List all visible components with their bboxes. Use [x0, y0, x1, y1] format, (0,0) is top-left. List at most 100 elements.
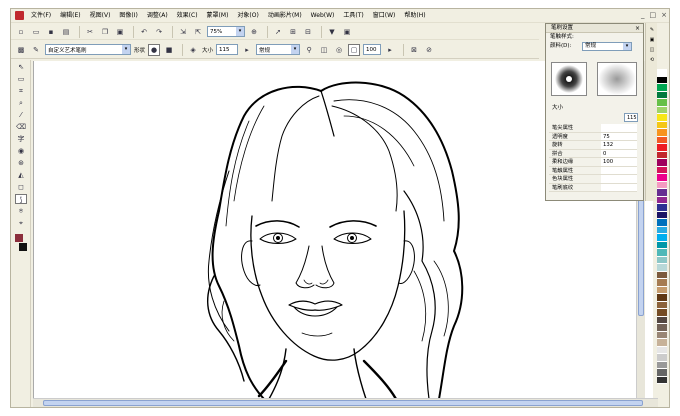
text-tool-icon[interactable]: 字	[15, 134, 27, 144]
docker-tab-brush[interactable]: ✎	[647, 27, 657, 33]
palette-swatch[interactable]	[657, 114, 667, 122]
property-value[interactable]: 132	[601, 141, 637, 149]
redeye-tool-icon[interactable]: ◉	[15, 146, 27, 156]
property-row[interactable]: 柔和边缘 100	[549, 158, 637, 167]
menu-edit[interactable]: 编辑(E)	[60, 9, 80, 23]
property-row[interactable]: 旋转 132	[549, 141, 637, 150]
opacity-icon[interactable]: ◫	[318, 44, 330, 56]
panel-close-icon[interactable]: ×	[635, 24, 640, 33]
color-mode-select[interactable]: 常规 ▾	[582, 42, 632, 51]
crop-tool-icon[interactable]: ⌗	[15, 86, 27, 96]
property-row[interactable]: 透明度 75	[549, 132, 637, 141]
effect-tool-icon[interactable]: ⍟	[15, 206, 27, 216]
paint-tool-icon[interactable]: ⟆	[15, 194, 27, 204]
cut-icon[interactable]: ✂	[84, 26, 96, 38]
zoom-tool-icon[interactable]: ⌕	[15, 98, 27, 108]
palette-swatch[interactable]	[657, 279, 667, 287]
palette-swatch[interactable]	[657, 286, 667, 294]
property-value[interactable]: 100	[601, 158, 637, 166]
docker-tab-history[interactable]: ⟲	[647, 57, 657, 63]
palette-swatch[interactable]	[657, 196, 667, 204]
palette-swatch[interactable]	[657, 234, 667, 242]
mask-tool-icon[interactable]: ▭	[15, 74, 27, 84]
palette-swatch[interactable]	[657, 204, 667, 212]
palette-swatch[interactable]	[657, 69, 667, 77]
palette-swatch[interactable]	[657, 331, 667, 339]
menu-file[interactable]: 文件(F)	[31, 9, 51, 23]
palette-swatch[interactable]	[657, 264, 667, 272]
palette-swatch[interactable]	[657, 121, 667, 129]
menu-effects[interactable]: 效果(C)	[177, 9, 198, 23]
preview-icon[interactable]: ▣	[341, 26, 353, 38]
palette-swatch[interactable]	[657, 166, 667, 174]
palette-swatch[interactable]	[657, 361, 667, 369]
minimize-button[interactable]: _	[641, 11, 645, 19]
print-icon[interactable]: ▤	[60, 26, 72, 38]
shape-tool-icon[interactable]: ◻	[15, 182, 27, 192]
palette-swatch[interactable]	[657, 189, 667, 197]
save-icon[interactable]: ▪	[45, 26, 57, 38]
palette-swatch[interactable]	[657, 369, 667, 377]
property-value[interactable]	[601, 124, 637, 132]
export-icon[interactable]: ⇱	[192, 26, 204, 38]
palette-swatch[interactable]	[657, 99, 667, 107]
menu-adjust[interactable]: 调整(A)	[147, 9, 168, 23]
close-button[interactable]: ×	[661, 11, 667, 19]
palette-swatch[interactable]	[657, 144, 667, 152]
size-input[interactable]: 115	[216, 44, 239, 55]
eraser-tool-icon[interactable]: ⌫	[15, 122, 27, 132]
menu-image[interactable]: 图像(I)	[119, 9, 137, 23]
undo-icon[interactable]: ↶	[138, 26, 150, 38]
new-file-icon[interactable]: ▫	[15, 26, 27, 38]
palette-swatch[interactable]	[657, 294, 667, 302]
palette-swatch[interactable]	[657, 211, 667, 219]
redo-icon[interactable]: ↷	[153, 26, 165, 38]
fill-tool-icon[interactable]: ◭	[15, 170, 27, 180]
palette-swatch[interactable]	[657, 174, 667, 182]
palette-swatch[interactable]	[657, 76, 667, 84]
eyedropper-tool-icon[interactable]: ⁄	[15, 110, 27, 120]
opacity-mode-icon[interactable]: ▢	[348, 43, 361, 56]
brush-preset-icon[interactable]: ▩	[15, 44, 27, 56]
fit-window-icon[interactable]: ⊞	[287, 26, 299, 38]
palette-swatch[interactable]	[657, 219, 667, 227]
docker-tab-objects[interactable]: ▣	[647, 37, 657, 43]
transparency-tool-icon[interactable]: ⌖	[15, 218, 27, 228]
property-row[interactable]: 笔尖属性	[549, 124, 637, 133]
menu-mask[interactable]: 蒙罩(M)	[207, 9, 229, 23]
property-row[interactable]: 色块属性	[549, 175, 637, 184]
menu-web[interactable]: Web(W)	[311, 9, 335, 23]
palette-swatch[interactable]	[657, 159, 667, 167]
palette-swatch[interactable]	[657, 151, 667, 159]
pointer-icon[interactable]: ➚	[272, 26, 284, 38]
maximize-button[interactable]: □	[650, 11, 657, 19]
menu-view[interactable]: 视图(V)	[90, 9, 111, 23]
palette-swatch[interactable]	[657, 301, 667, 309]
menu-window[interactable]: 窗口(W)	[373, 9, 396, 23]
opacity-input[interactable]: 100	[363, 44, 382, 55]
property-row[interactable]: 笔触属性	[549, 166, 637, 175]
zoom-select[interactable]: 75% ▾	[207, 26, 245, 37]
property-row[interactable]: 笔刷底纹	[549, 183, 637, 192]
palette-swatch[interactable]	[657, 309, 667, 317]
palette-swatch[interactable]	[657, 136, 667, 144]
palette-swatch[interactable]	[657, 106, 667, 114]
brush-tool-icon[interactable]: ✎	[30, 44, 42, 56]
options-icon[interactable]: ⊘	[423, 44, 435, 56]
palette-swatch[interactable]	[657, 249, 667, 257]
brush-type-select[interactable]: 自定义艺术笔刷 ▾	[45, 44, 131, 55]
palette-swatch[interactable]	[657, 84, 667, 92]
horizontal-scrollbar[interactable]	[33, 398, 658, 407]
opacity-slider-icon[interactable]: ▸	[384, 44, 396, 56]
palette-swatch[interactable]	[657, 339, 667, 347]
panel-size-input[interactable]: 115	[624, 113, 638, 122]
pick-tool-icon[interactable]: ⇖	[15, 62, 27, 72]
background-color-swatch[interactable]	[19, 243, 27, 251]
palette-swatch[interactable]	[657, 316, 667, 324]
palette-swatch[interactable]	[657, 241, 667, 249]
docker-tab-channels[interactable]: ◫	[647, 47, 657, 53]
menu-help[interactable]: 帮助(H)	[404, 9, 425, 23]
palette-swatch[interactable]	[657, 181, 667, 189]
size-slider-icon[interactable]: ▸	[241, 44, 253, 56]
brush-settings-icon[interactable]: ◈	[187, 44, 199, 56]
